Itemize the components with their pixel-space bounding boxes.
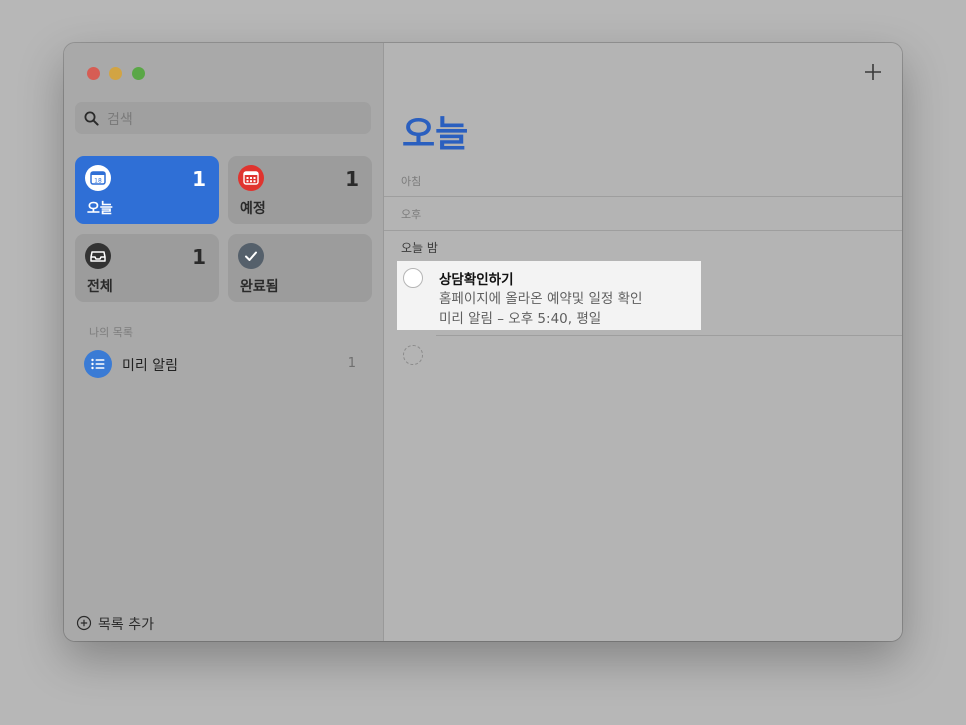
search-icon bbox=[84, 111, 99, 126]
reminder-item[interactable]: 상담확인하기 홈페이지에 올라온 예약및 일정 확인 미리 알림 – 오후 5:… bbox=[397, 261, 701, 330]
calendar-icon: 18 bbox=[85, 165, 111, 191]
all-label: 전체 bbox=[87, 279, 113, 295]
reminder-checkbox[interactable] bbox=[403, 268, 423, 288]
reminder-alarm: 미리 알림 – 오후 5:40, 평일 bbox=[439, 311, 602, 327]
add-reminder-button[interactable] bbox=[862, 61, 884, 83]
svg-text:18: 18 bbox=[94, 178, 102, 185]
reminders-window: 검색 18 1 오늘 1 예정 1 전체 완료됨 나의 목록 미리 알림 1 목… bbox=[64, 43, 902, 641]
plus-icon bbox=[865, 64, 881, 80]
close-window-button[interactable] bbox=[87, 67, 100, 80]
divider bbox=[384, 230, 902, 231]
checkmark-icon bbox=[238, 243, 264, 269]
list-item-reminders[interactable]: 미리 알림 1 bbox=[84, 350, 356, 378]
section-morning: 아침 bbox=[401, 175, 422, 188]
list-count: 1 bbox=[347, 356, 356, 371]
add-list-label: 목록 추가 bbox=[98, 617, 154, 633]
smart-list-today[interactable]: 18 1 오늘 bbox=[75, 156, 219, 224]
divider bbox=[384, 196, 902, 197]
sidebar: 검색 18 1 오늘 1 예정 1 전체 완료됨 나의 목록 미리 알림 1 목… bbox=[64, 43, 384, 641]
smart-list-scheduled[interactable]: 1 예정 bbox=[228, 156, 372, 224]
list-bullet-icon bbox=[84, 350, 112, 378]
divider bbox=[436, 335, 902, 336]
section-afternoon: 오후 bbox=[401, 208, 422, 221]
scheduled-count: 1 bbox=[345, 167, 359, 191]
search-placeholder: 검색 bbox=[107, 112, 133, 128]
today-label: 오늘 bbox=[87, 201, 113, 217]
reminder-title[interactable]: 상담확인하기 bbox=[439, 268, 514, 288]
section-tonight: 오늘 밤 bbox=[401, 241, 438, 255]
scheduled-label: 예정 bbox=[240, 201, 266, 217]
all-count: 1 bbox=[192, 245, 206, 269]
minimize-window-button[interactable] bbox=[109, 67, 122, 80]
tray-icon bbox=[85, 243, 111, 269]
calendar-grid-icon bbox=[238, 165, 264, 191]
today-count: 1 bbox=[192, 167, 206, 191]
search-field[interactable]: 검색 bbox=[75, 102, 371, 134]
completed-label: 완료됨 bbox=[240, 279, 279, 295]
smart-list-completed[interactable]: 완료됨 bbox=[228, 234, 372, 302]
smart-list-all[interactable]: 1 전체 bbox=[75, 234, 219, 302]
list-name: 미리 알림 bbox=[122, 358, 178, 374]
reminder-notes: 홈페이지에 올라온 예약및 일정 확인 bbox=[439, 291, 643, 307]
my-lists-heading: 나의 목록 bbox=[89, 326, 133, 339]
page-title: 오늘 bbox=[402, 114, 469, 155]
add-circle-icon bbox=[76, 615, 92, 631]
zoom-window-button[interactable] bbox=[132, 67, 145, 80]
main-pane: 오늘 아침 오후 오늘 밤 상담확인하기 홈페이지에 올라온 예약및 일정 확인… bbox=[384, 43, 902, 641]
new-reminder-placeholder[interactable] bbox=[403, 345, 423, 365]
